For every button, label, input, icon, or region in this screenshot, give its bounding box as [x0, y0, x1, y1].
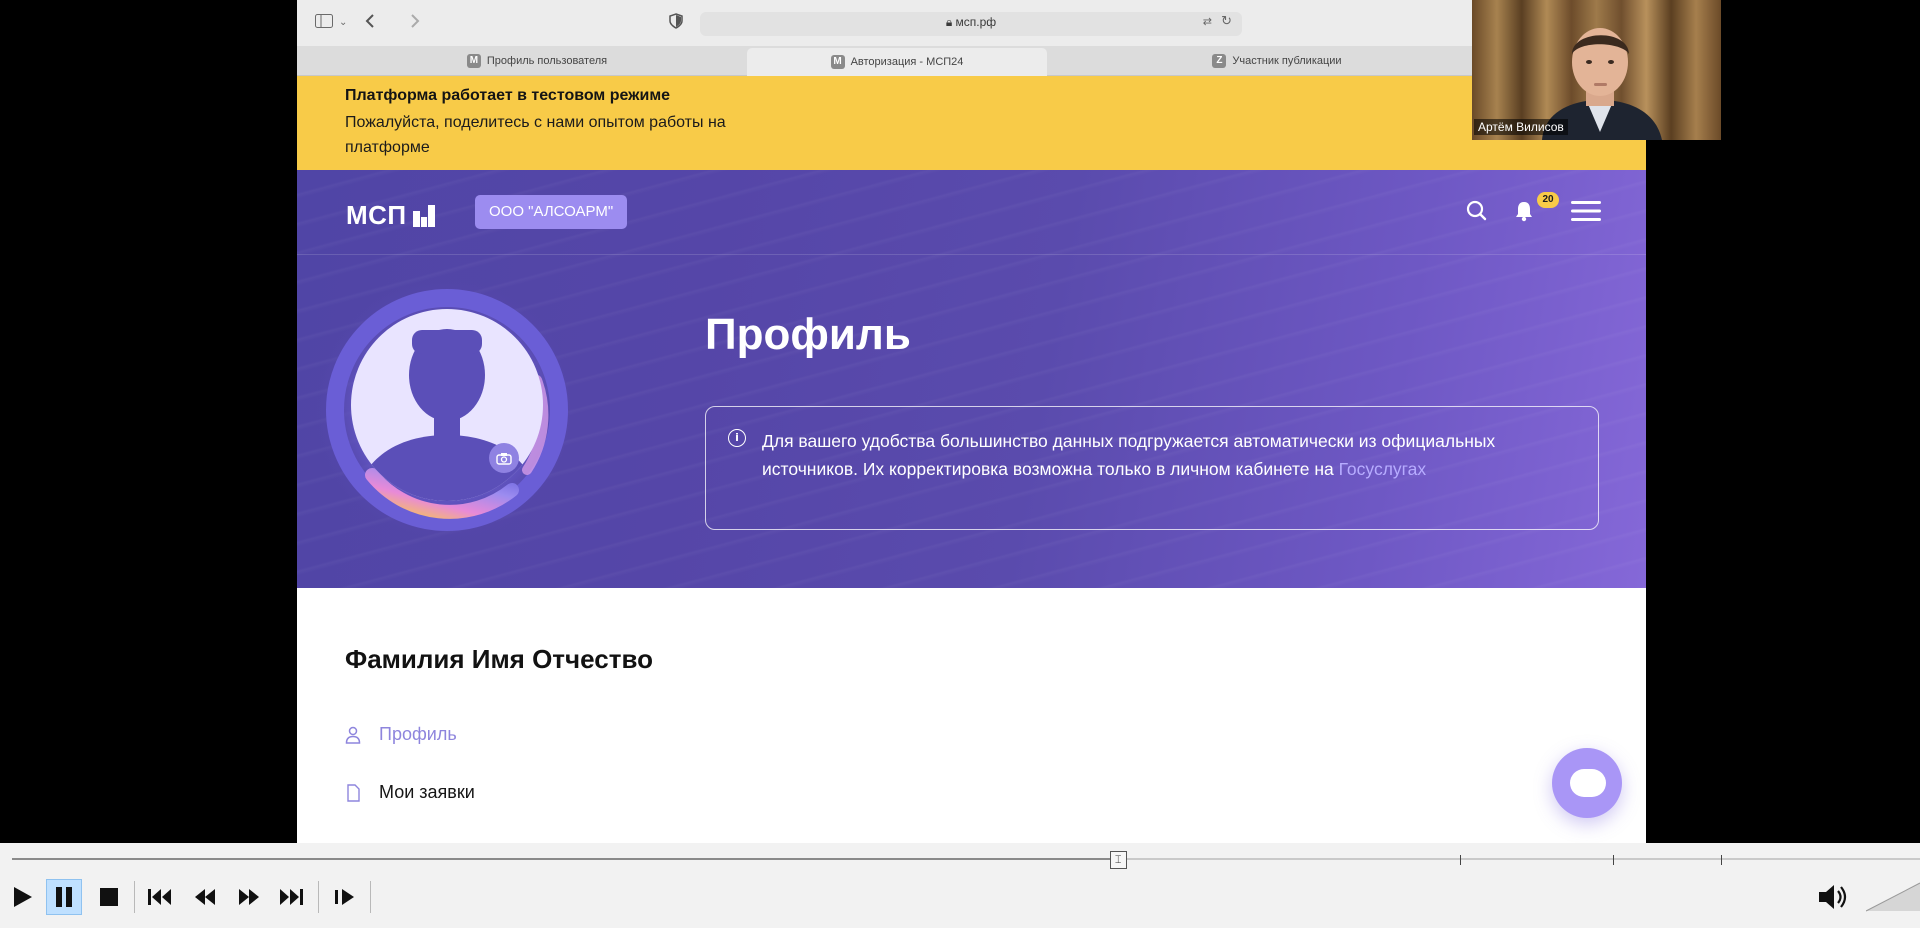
translate-icon[interactable]: ⇄ — [1203, 15, 1212, 28]
tab-label: Профиль пользователя — [486, 55, 608, 67]
forward-icon[interactable] — [410, 13, 420, 34]
seek-marker — [1721, 855, 1722, 865]
nav-item-profile[interactable]: Профиль — [345, 724, 457, 745]
tab-label: Участник публикации — [1232, 55, 1342, 67]
tab-bar: М Профиль пользователя М Авторизация - М… — [297, 46, 1646, 76]
notification-badge: 20 — [1537, 192, 1559, 208]
nav-item-label: Профиль — [379, 724, 457, 744]
seek-progress — [12, 858, 1119, 860]
play-icon[interactable] — [4, 879, 40, 915]
browser-window: ⌄ 🔒︎ мсп.рф ⇄ ↻ М Профиль пользователя М… — [297, 0, 1646, 843]
sidebar-icon[interactable] — [315, 13, 333, 33]
profile-content: Фамилия Имя Отчество Профиль Мои заявки — [297, 588, 1646, 843]
presenter-name: Артём Вилисов — [1474, 119, 1568, 135]
address-bar[interactable]: 🔒︎ мсп.рф ⇄ ↻ — [700, 12, 1242, 36]
seek-bar[interactable] — [12, 858, 1920, 860]
browser-toolbar: ⌄ 🔒︎ мсп.рф ⇄ ↻ — [297, 0, 1646, 46]
info-text: Для вашего удобства большинство данных п… — [762, 427, 1572, 483]
info-notice: i Для вашего удобства большинство данных… — [705, 406, 1599, 530]
avatar[interactable] — [312, 275, 582, 545]
camera-icon[interactable] — [489, 443, 519, 473]
volume-icon[interactable] — [1816, 879, 1852, 915]
stop-icon[interactable] — [91, 879, 127, 915]
nav-item-applications[interactable]: Мои заявки — [345, 782, 475, 803]
skip-forward-icon[interactable] — [273, 879, 309, 915]
profile-hero: МСП ООО "АЛСОАРМ" 20 Профиль i Для вашег… — [297, 170, 1646, 588]
control-separator — [318, 881, 319, 913]
shield-icon[interactable] — [669, 13, 683, 34]
tab-auth[interactable]: М Авторизация - МСП24 — [747, 48, 1047, 76]
rewind-icon[interactable] — [187, 879, 223, 915]
search-icon[interactable] — [1462, 196, 1492, 226]
tab-profile[interactable]: М Профиль пользователя — [387, 49, 687, 73]
site-logo[interactable]: МСП — [346, 200, 435, 231]
seek-marker — [1460, 855, 1461, 865]
user-full-name: Фамилия Имя Отчество — [345, 644, 653, 674]
user-icon — [345, 726, 361, 744]
chevron-down-icon[interactable]: ⌄ — [339, 13, 347, 33]
chat-icon — [1570, 769, 1606, 797]
chat-button[interactable] — [1552, 748, 1622, 818]
menu-icon[interactable] — [1570, 196, 1601, 226]
seek-handle[interactable]: ⌶ — [1109, 851, 1127, 869]
test-mode-banner: Платформа работает в тестовом режиме Пож… — [297, 76, 1646, 170]
gosuslugi-link[interactable]: Госуслугах — [1339, 459, 1427, 479]
frame-step-icon[interactable] — [327, 879, 363, 915]
tab-favicon: Z — [1212, 54, 1227, 68]
banner-text[interactable]: Пожалуйста, поделитесь с нами опытом раб… — [345, 110, 785, 160]
nav-item-label: Мои заявки — [379, 782, 475, 802]
banner-title: Платформа работает в тестовом режиме — [345, 87, 671, 104]
reload-icon[interactable]: ↻ — [1221, 14, 1232, 29]
control-separator — [134, 881, 135, 913]
lock-icon: 🔒︎ — [945, 15, 953, 29]
back-icon[interactable] — [365, 13, 375, 34]
skip-back-icon[interactable] — [142, 879, 178, 915]
video-controls: ⌶ — [0, 843, 1920, 928]
bell-icon[interactable] — [1509, 196, 1539, 226]
header-divider — [297, 254, 1646, 255]
logo-text: МСП — [346, 200, 407, 230]
tab-publication[interactable]: Z Участник публикации — [1127, 49, 1427, 73]
video-player-stage: ⌄ 🔒︎ мсп.рф ⇄ ↻ М Профиль пользователя М… — [0, 0, 1920, 928]
webcam-overlay: Артём Вилисов — [1472, 0, 1721, 140]
page-title: Профиль — [705, 310, 911, 359]
tab-favicon: М — [830, 55, 845, 69]
url-text: 🔒︎ мсп.рф — [700, 15, 1242, 30]
control-separator — [370, 881, 371, 913]
volume-slider[interactable] — [1866, 881, 1920, 913]
info-icon: i — [728, 429, 746, 447]
tab-label: Авторизация - МСП24 — [850, 56, 964, 68]
url-value: мсп.рф — [955, 15, 997, 29]
logo-mark-icon — [412, 204, 435, 227]
pause-icon[interactable] — [46, 879, 82, 915]
seek-marker — [1613, 855, 1614, 865]
fast-forward-icon[interactable] — [231, 879, 267, 915]
document-icon — [345, 783, 361, 802]
tab-favicon: М — [466, 54, 481, 68]
company-selector-button[interactable]: ООО "АЛСОАРМ" — [475, 195, 628, 229]
